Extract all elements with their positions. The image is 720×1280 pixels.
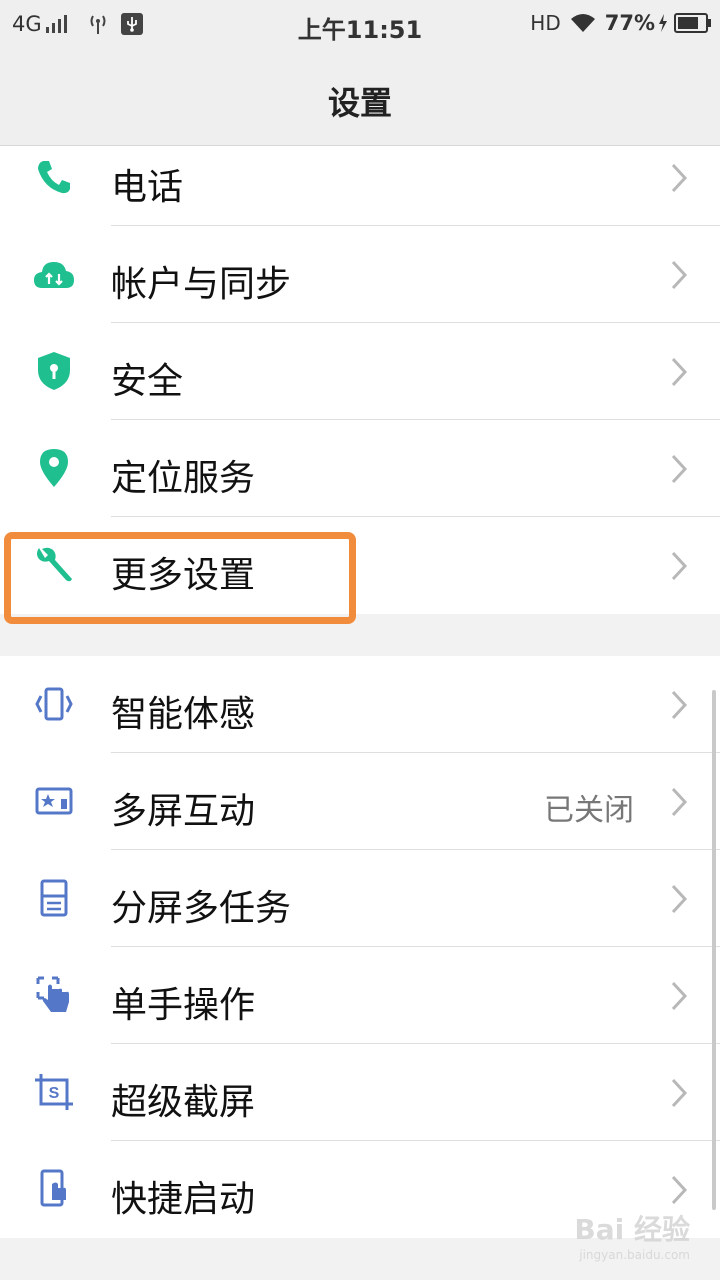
settings-item-accounts-sync[interactable]: 帐户与同步 bbox=[0, 226, 720, 323]
wifi-icon bbox=[570, 14, 595, 32]
chevron-right-icon bbox=[671, 454, 688, 484]
phone-icon bbox=[32, 155, 76, 199]
settings-item-split-screen[interactable]: 分屏多任务 bbox=[0, 850, 720, 947]
chevron-right-icon bbox=[671, 884, 688, 914]
watermark-logo: Bai 经验 jingyan.baidu.com bbox=[574, 1208, 690, 1262]
chevron-right-icon bbox=[671, 163, 688, 193]
chevron-right-icon bbox=[671, 1078, 688, 1108]
motion-sense-icon bbox=[32, 682, 76, 726]
item-label: 帐户与同步 bbox=[111, 264, 292, 305]
chevron-right-icon bbox=[671, 551, 688, 581]
one-hand-icon bbox=[32, 973, 76, 1017]
settings-item-multi-screen[interactable]: 多屏互动 已关闭 bbox=[0, 753, 720, 850]
status-bar: 4G 上午11:51 HD 77% bbox=[0, 0, 720, 50]
item-status-value: 已关闭 bbox=[544, 793, 634, 828]
page-title: 设置 bbox=[327, 84, 392, 122]
watermark-url: jingyan.baidu.com bbox=[579, 1248, 690, 1262]
settings-item-security[interactable]: 安全 bbox=[0, 323, 720, 420]
chevron-right-icon bbox=[671, 357, 688, 387]
charging-icon bbox=[659, 14, 667, 32]
item-label: 快捷启动 bbox=[111, 1179, 256, 1220]
watermark-brand: Bai 经验 bbox=[574, 1213, 690, 1246]
cloud-sync-icon bbox=[32, 252, 76, 296]
quick-launch-icon bbox=[32, 1167, 76, 1211]
settings-item-one-hand[interactable]: 单手操作 bbox=[0, 947, 720, 1044]
chevron-right-icon bbox=[671, 787, 688, 817]
status-right: HD 77% bbox=[530, 11, 711, 35]
item-label: 定位服务 bbox=[111, 458, 256, 499]
item-label: 多屏互动 bbox=[111, 791, 256, 832]
battery-fill bbox=[678, 17, 698, 29]
settings-item-super-screenshot[interactable]: S 超级截屏 bbox=[0, 1044, 720, 1141]
split-screen-icon bbox=[32, 876, 76, 920]
settings-item-smart-motion[interactable]: 智能体感 bbox=[0, 656, 720, 753]
location-pin-icon bbox=[32, 446, 76, 490]
battery-percent: 77% bbox=[604, 11, 655, 35]
settings-item-location[interactable]: 定位服务 bbox=[0, 420, 720, 517]
svg-text:S: S bbox=[49, 1085, 60, 1102]
multi-screen-icon bbox=[32, 779, 76, 823]
hd-indicator: HD bbox=[530, 11, 561, 35]
chevron-right-icon bbox=[671, 260, 688, 290]
chevron-right-icon bbox=[671, 690, 688, 720]
item-label: 电话 bbox=[111, 167, 184, 208]
scrollbar[interactable] bbox=[712, 690, 716, 1210]
chevron-right-icon bbox=[671, 1175, 688, 1205]
settings-group-features: 智能体感 多屏互动 已关闭 分屏多任务 单手操作 S 超级截屏 快捷启动 bbox=[0, 656, 720, 1238]
highlight-box bbox=[4, 532, 356, 624]
settings-item-phone[interactable]: 电话 bbox=[0, 129, 720, 226]
item-label: 安全 bbox=[111, 361, 184, 402]
shield-icon bbox=[32, 349, 76, 393]
item-label: 超级截屏 bbox=[111, 1082, 256, 1123]
battery-icon bbox=[674, 13, 711, 33]
screenshot-icon: S bbox=[32, 1070, 76, 1114]
item-label: 单手操作 bbox=[111, 985, 256, 1026]
item-label: 智能体感 bbox=[111, 694, 256, 735]
chevron-right-icon bbox=[671, 981, 688, 1011]
item-label: 分屏多任务 bbox=[111, 888, 292, 929]
